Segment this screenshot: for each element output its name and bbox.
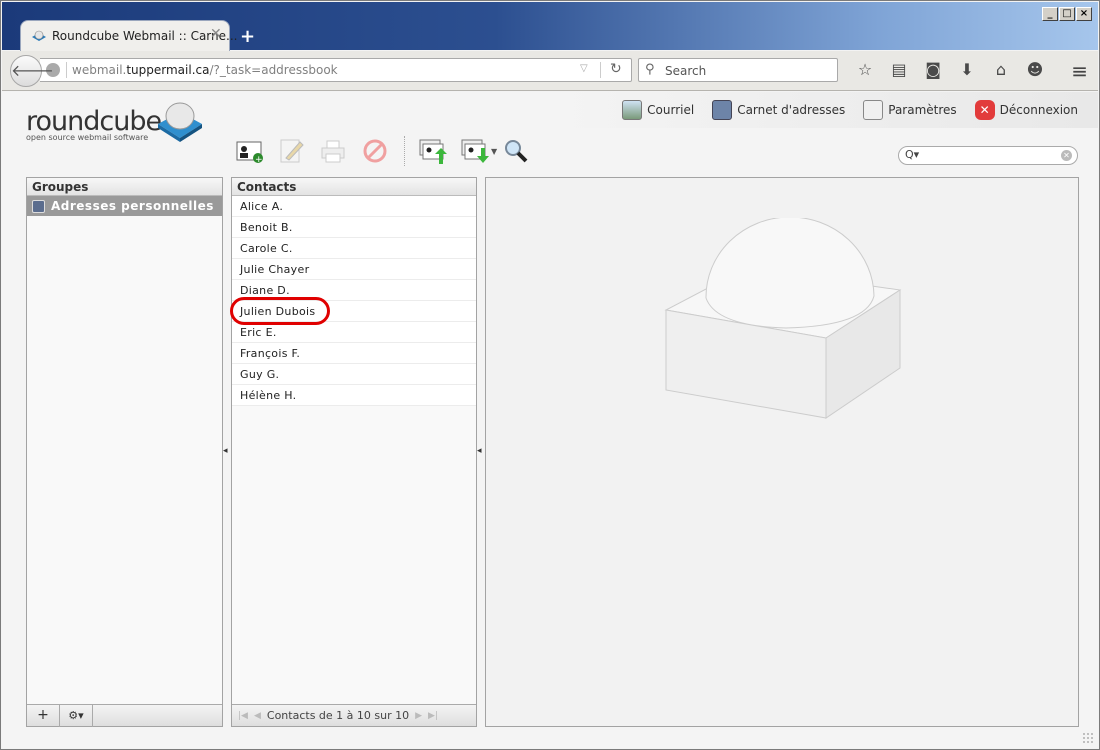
next-page-icon[interactable]: ▶ xyxy=(415,711,422,721)
nav-settings[interactable]: Paramètres xyxy=(863,100,957,120)
groups-header: Groupes xyxy=(27,178,222,196)
contacts-footer: |◀ ◀ Contacts de 1 à 10 sur 10 ▶ ▶| xyxy=(232,704,476,726)
url-text[interactable]: webmail.tuppermail.ca/?_task=addressbook xyxy=(72,63,338,77)
contact-row[interactable]: François F. xyxy=(232,343,476,364)
export-dropdown-icon[interactable]: ▼ xyxy=(491,147,497,156)
search-options-icon[interactable]: Q▾ xyxy=(905,148,919,161)
url-bar[interactable]: webmail.tuppermail.ca/?_task=addressbook… xyxy=(40,58,632,82)
search-icon: ⚲ xyxy=(645,62,655,77)
roundcube-logo: roundcube open source webmail software xyxy=(26,102,202,142)
mail-icon xyxy=(622,100,643,120)
nav-logout[interactable]: ✕ Déconnexion xyxy=(974,100,1078,120)
navigation-bar: webmail.tuppermail.ca/?_task=addressbook… xyxy=(2,51,1098,91)
logo-tagline: open source webmail software xyxy=(26,133,149,142)
clear-search-icon[interactable]: ✕ xyxy=(1061,150,1072,161)
svg-text:+: + xyxy=(255,155,263,164)
delete-button[interactable] xyxy=(362,138,388,164)
pocket-icon[interactable]: ◙ xyxy=(916,60,950,79)
contact-row[interactable]: Benoit B. xyxy=(232,217,476,238)
advanced-search-button[interactable] xyxy=(503,138,529,164)
contact-row[interactable]: Eric E. xyxy=(232,322,476,343)
title-bar: Roundcube Webmail :: Carne... ✕ + _ □ × xyxy=(2,2,1098,52)
downloads-icon[interactable]: ⬇ xyxy=(950,60,984,79)
magnifier-icon xyxy=(505,140,528,163)
nav-mail[interactable]: Courriel xyxy=(622,100,694,120)
first-page-icon[interactable]: |◀ xyxy=(238,711,248,721)
export-button[interactable] xyxy=(461,138,489,164)
url-host: tuppermail.ca xyxy=(126,63,210,77)
last-page-icon[interactable]: ▶| xyxy=(428,711,438,721)
add-contact-button[interactable]: + xyxy=(236,138,263,165)
close-window-button[interactable]: × xyxy=(1076,7,1092,21)
minimize-button[interactable]: _ xyxy=(1042,7,1058,21)
contacts-panel: Contacts Alice A. Benoit B. Carole C. Julie… xyxy=(231,177,477,727)
groups-panel: Groupes Adresses personnelles + ⚙▾ xyxy=(26,177,223,727)
hamburger-menu-icon[interactable]: ≡ xyxy=(1071,59,1088,83)
browser-tab[interactable]: Roundcube Webmail :: Carne... ✕ xyxy=(20,20,237,52)
nav-addressbook[interactable]: Carnet d'adresses xyxy=(712,100,845,120)
bookmark-star-icon[interactable]: ☆ xyxy=(848,60,882,79)
edit-contact-button[interactable] xyxy=(278,138,304,164)
delete-icon xyxy=(363,139,387,163)
divider xyxy=(600,62,601,78)
nav-logout-label: Déconnexion xyxy=(999,103,1078,117)
group-item-label: Adresses personnelles xyxy=(51,199,214,213)
back-button[interactable]: 🡐 xyxy=(10,55,54,87)
contact-row[interactable]: Alice A. xyxy=(232,196,476,217)
search-placeholder: Search xyxy=(665,64,707,78)
resize-grip[interactable] xyxy=(1082,732,1094,744)
group-item-personal-addresses[interactable]: Adresses personnelles xyxy=(27,196,222,216)
group-options-button[interactable]: ⚙▾ xyxy=(60,704,93,727)
home-icon[interactable]: ⌂ xyxy=(984,60,1018,79)
nav-mail-label: Courriel xyxy=(647,103,695,117)
divider xyxy=(66,62,67,78)
url-path: /?_task=addressbook xyxy=(209,63,338,77)
add-group-button[interactable]: + xyxy=(27,704,60,727)
top-navigation: Courriel Carnet d'adresses Paramètres ✕ D… xyxy=(622,100,1078,120)
highlight-annotation xyxy=(230,297,330,325)
print-icon xyxy=(321,140,345,163)
quick-search-input[interactable]: Q▾ ✕ xyxy=(898,146,1078,165)
import-icon xyxy=(419,139,447,164)
import-button[interactable] xyxy=(419,138,447,164)
splitter-handle[interactable]: ◂ xyxy=(223,446,228,456)
contacts-header: Contacts xyxy=(232,178,476,196)
edit-icon xyxy=(280,139,304,163)
roundcube-watermark-icon xyxy=(664,218,902,419)
contact-preview-pane xyxy=(485,177,1079,727)
contact-row[interactable]: Julie Chayer xyxy=(232,259,476,280)
roundcube-favicon-icon xyxy=(32,30,46,41)
hello-chat-icon[interactable]: ☻ xyxy=(1018,60,1052,79)
contact-row[interactable]: Hélène H. xyxy=(232,385,476,406)
previous-page-icon[interactable]: ◀ xyxy=(254,711,261,721)
toolbar-divider xyxy=(404,136,405,166)
nav-settings-label: Paramètres xyxy=(888,103,957,117)
contacts-toolbar: + ▼ xyxy=(236,136,545,166)
tab-close-icon[interactable]: ✕ xyxy=(210,26,222,42)
settings-icon xyxy=(863,100,884,120)
contact-row[interactable]: Guy G. xyxy=(232,364,476,385)
reading-list-icon[interactable]: ▤ xyxy=(882,60,916,79)
browser-window: Roundcube Webmail :: Carne... ✕ + _ □ × … xyxy=(0,0,1100,750)
nav-addressbook-label: Carnet d'adresses xyxy=(737,103,846,117)
url-prefix: webmail. xyxy=(72,63,127,77)
print-button[interactable] xyxy=(320,138,346,164)
add-contact-icon: + xyxy=(236,141,263,165)
maximize-button[interactable]: □ xyxy=(1059,7,1075,21)
history-dropdown-icon[interactable]: ▽ xyxy=(580,63,588,74)
addressbook-icon xyxy=(32,199,45,213)
roundcube-page: Courriel Carnet d'adresses Paramètres ✕ D… xyxy=(2,92,1098,748)
logout-icon: ✕ xyxy=(974,100,995,120)
reload-icon[interactable]: ↻ xyxy=(610,61,622,77)
roundcube-logo-icon xyxy=(158,102,202,142)
groups-footer: + ⚙▾ xyxy=(27,704,222,727)
browser-search-input[interactable]: ⚲ Search xyxy=(638,58,838,82)
new-tab-button[interactable]: + xyxy=(240,26,255,47)
addressbook-icon xyxy=(712,100,733,120)
splitter-handle[interactable]: ◂ xyxy=(477,446,482,456)
pagination-text: Contacts de 1 à 10 sur 10 xyxy=(266,709,410,722)
contact-row[interactable]: Carole C. xyxy=(232,238,476,259)
export-icon xyxy=(461,139,489,163)
